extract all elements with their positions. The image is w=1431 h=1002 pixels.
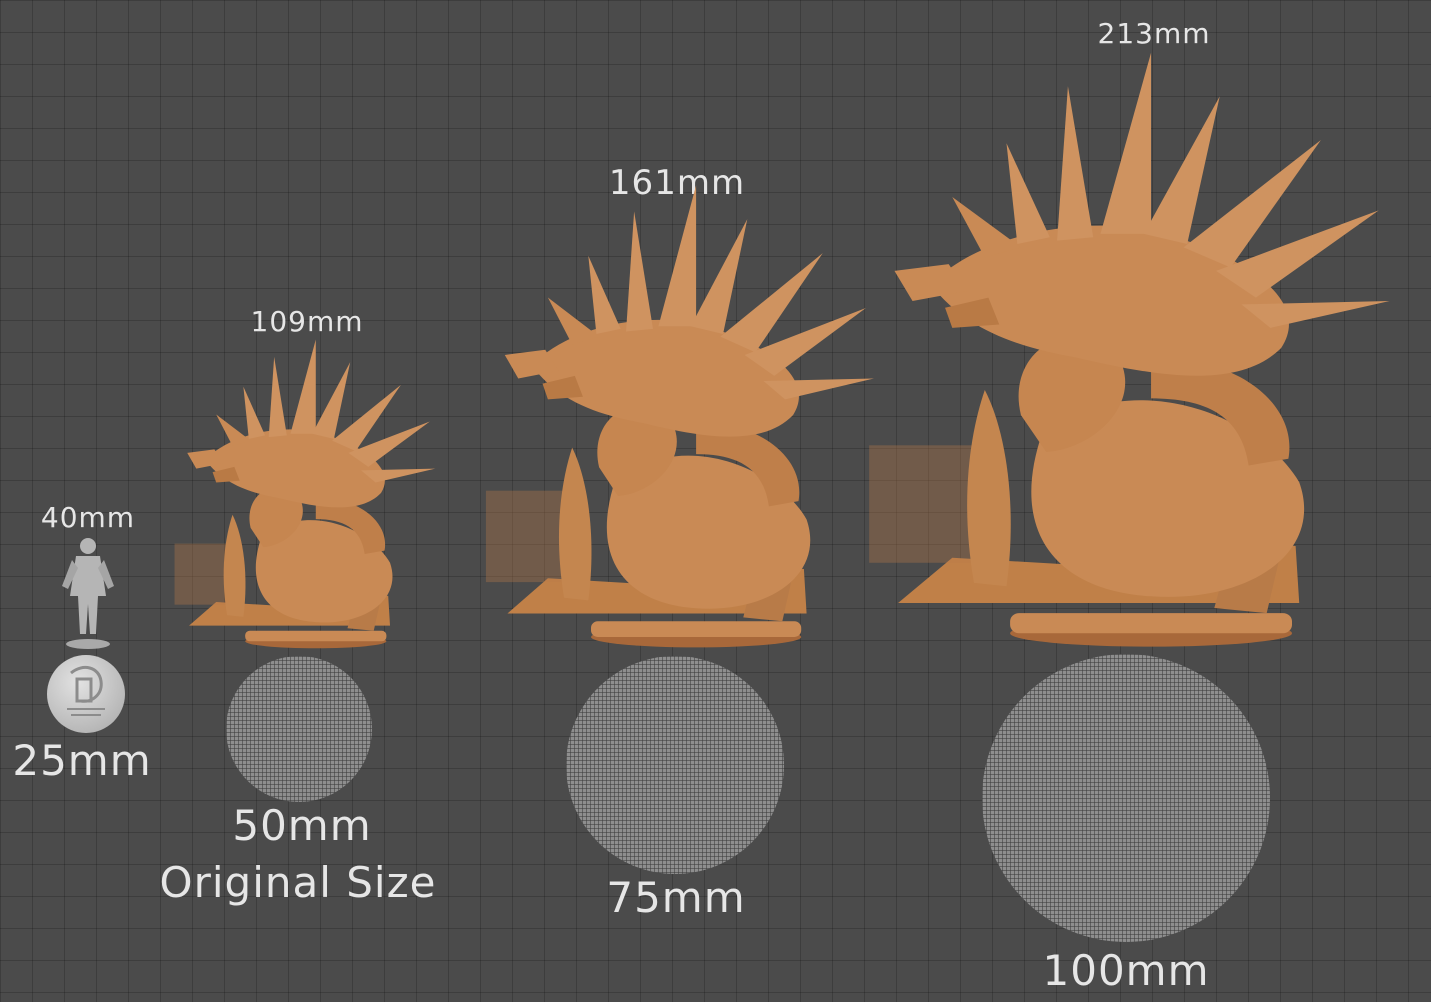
base-coin-25mm: [47, 655, 125, 733]
reference-figure-icon: [62, 538, 114, 649]
model-figure: [485, 185, 874, 648]
base-label: 100mm: [1042, 946, 1210, 995]
original-size-note: Original Size: [159, 858, 437, 907]
logo-icon: [67, 665, 105, 716]
base-circle-100mm: [982, 654, 1270, 942]
model-figure: [869, 52, 1390, 647]
base-circle-75mm: [566, 656, 784, 874]
height-label: 40mm: [40, 501, 136, 534]
model-figure: [174, 339, 436, 649]
base-label: 25mm: [12, 736, 152, 785]
base-circle-50mm: [226, 656, 372, 802]
height-label: 109mm: [250, 305, 364, 338]
height-label: 213mm: [1097, 17, 1211, 50]
base-label: 50mm: [232, 801, 372, 850]
base-label: 75mm: [606, 873, 746, 922]
